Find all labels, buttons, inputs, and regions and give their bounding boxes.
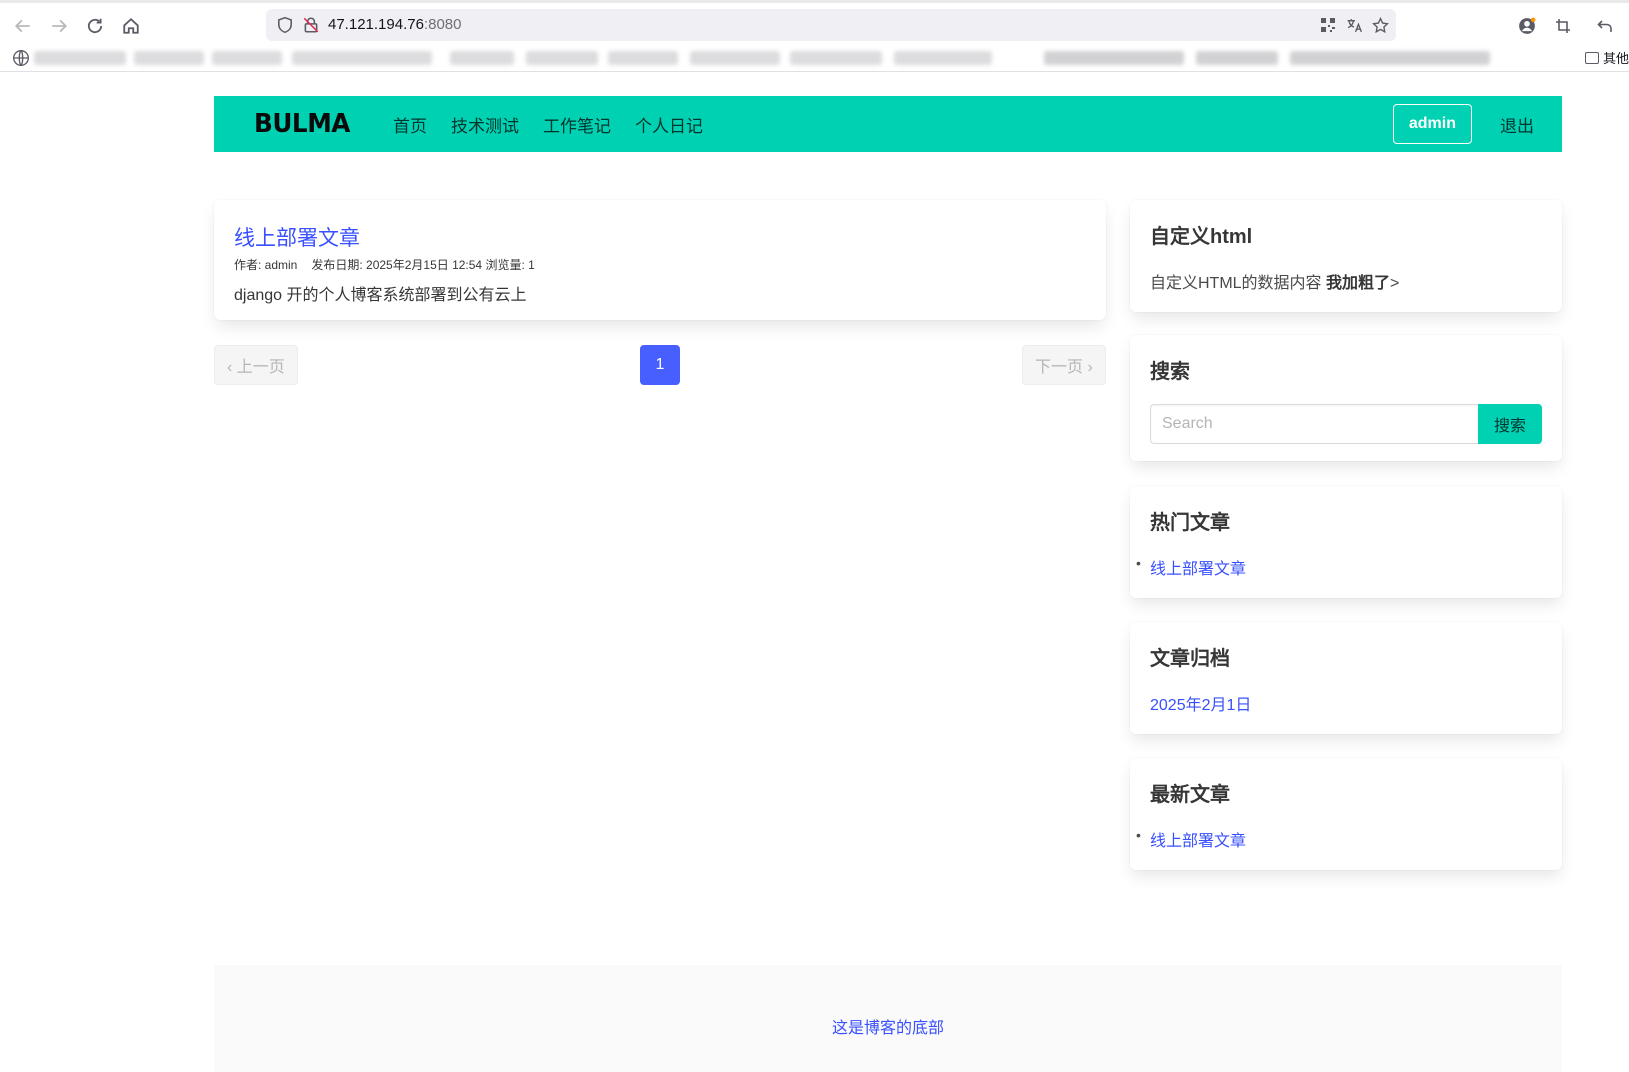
qr-code-icon[interactable]	[1318, 15, 1338, 35]
blurred-bookmark[interactable]	[608, 51, 678, 65]
bookmarks-bar: 其他	[0, 44, 1629, 72]
widget-title: 最新文章	[1150, 784, 1230, 806]
url-bar[interactable]: 47.121.194.76:8080	[266, 9, 1396, 41]
blurred-bookmark[interactable]	[526, 51, 598, 65]
insecure-lock-icon[interactable]	[302, 16, 320, 34]
post-title-link[interactable]: 线上部署文章	[234, 222, 1086, 252]
search-widget: 搜索 搜索	[1130, 335, 1562, 461]
search-button[interactable]: 搜索	[1478, 404, 1542, 444]
post-date-views: 发布日期: 2025年2月15日 12:54 浏览量: 1	[311, 258, 535, 272]
site-footer: 这是博客的底部	[214, 965, 1562, 1072]
next-page-button[interactable]: 下一页 ›	[1022, 345, 1106, 385]
url-text[interactable]: 47.121.194.76:8080	[328, 16, 461, 33]
custom-html-widget: 自定义html 自定义HTML的数据内容 我加粗了>	[1130, 200, 1562, 312]
nav-link-work-notes[interactable]: 工作笔记	[531, 112, 623, 137]
folder-icon	[1584, 51, 1599, 64]
custom-html-content: 自定义HTML的数据内容 我加粗了>	[1150, 275, 1400, 292]
back-icon[interactable]	[10, 13, 36, 39]
widget-title: 文章归档	[1150, 648, 1230, 670]
bookmark-star-icon[interactable]	[1370, 15, 1390, 35]
page-1-button[interactable]: 1	[640, 345, 680, 385]
list-item: 线上部署文章	[1136, 555, 1542, 579]
hot-posts-list: 线上部署文章	[1136, 555, 1542, 579]
archive-widget: 文章归档 2025年2月1日	[1130, 622, 1562, 734]
crop-icon[interactable]	[1552, 15, 1574, 37]
widget-title: 热门文章	[1150, 512, 1230, 534]
post-author: 作者: admin	[234, 258, 298, 272]
blurred-bookmark[interactable]	[292, 51, 432, 65]
blurred-bookmark[interactable]	[1044, 51, 1184, 65]
search-form: 搜索	[1150, 404, 1542, 444]
user-button[interactable]: admin	[1392, 104, 1472, 144]
blurred-bookmark[interactable]	[1196, 51, 1278, 65]
browser-toolbar: 47.121.194.76:8080	[0, 0, 1629, 44]
latest-post-link[interactable]: 线上部署文章	[1150, 833, 1246, 850]
nav-link-diary[interactable]: 个人日记	[623, 112, 715, 137]
blurred-bookmark[interactable]	[790, 51, 882, 65]
account-icon[interactable]	[1516, 15, 1538, 37]
archive-link[interactable]: 2025年2月1日	[1150, 697, 1251, 714]
latest-posts-widget: 最新文章 线上部署文章	[1130, 758, 1562, 870]
pagination: ‹ 上一页 1 下一页 ›	[214, 345, 1106, 385]
logout-link[interactable]: 退出	[1500, 112, 1534, 137]
site-navbar: BULMA 首页 技术测试 工作笔记 个人日记 admin 退出	[214, 96, 1562, 152]
blurred-bookmark[interactable]	[894, 51, 992, 65]
translate-icon[interactable]	[1344, 15, 1364, 35]
footer-link[interactable]: 这是博客的底部	[832, 1014, 944, 1072]
blurred-bookmark[interactable]	[1290, 51, 1490, 65]
blurred-bookmark[interactable]	[34, 51, 126, 65]
hot-post-link[interactable]: 线上部署文章	[1150, 561, 1246, 578]
prev-page-button[interactable]: ‹ 上一页	[214, 345, 298, 385]
blurred-bookmark[interactable]	[450, 51, 514, 65]
reload-icon[interactable]	[82, 13, 108, 39]
nav-link-tech-test[interactable]: 技术测试	[439, 112, 531, 137]
blurred-bookmark[interactable]	[134, 51, 204, 65]
latest-posts-list: 线上部署文章	[1136, 827, 1542, 851]
list-item: 线上部署文章	[1136, 827, 1542, 851]
home-icon[interactable]	[118, 13, 144, 39]
undo-icon[interactable]	[1594, 15, 1616, 37]
nav-link-home[interactable]: 首页	[381, 112, 439, 137]
blurred-bookmark[interactable]	[690, 51, 780, 65]
post-excerpt: django 开的个人博客系统部署到公有云上	[234, 287, 527, 304]
blurred-bookmark[interactable]	[212, 51, 282, 65]
nav-right: admin 退出	[1392, 104, 1534, 144]
post-card: 线上部署文章 作者: admin 发布日期: 2025年2月15日 12:54 浏…	[214, 200, 1106, 320]
other-bookmarks[interactable]: 其他	[1584, 48, 1629, 67]
forward-icon[interactable]	[46, 13, 72, 39]
shield-icon[interactable]	[276, 16, 294, 34]
widget-title: 搜索	[1150, 361, 1190, 383]
search-input[interactable]	[1150, 404, 1478, 444]
widget-title: 自定义html	[1150, 226, 1253, 248]
nav-links: 首页 技术测试 工作笔记 个人日记	[381, 112, 715, 137]
post-meta: 作者: admin 发布日期: 2025年2月15日 12:54 浏览量: 1	[234, 256, 1086, 273]
brand-logo[interactable]: BULMA	[254, 109, 350, 139]
hot-posts-widget: 热门文章 线上部署文章	[1130, 486, 1562, 598]
globe-icon[interactable]	[12, 49, 30, 67]
